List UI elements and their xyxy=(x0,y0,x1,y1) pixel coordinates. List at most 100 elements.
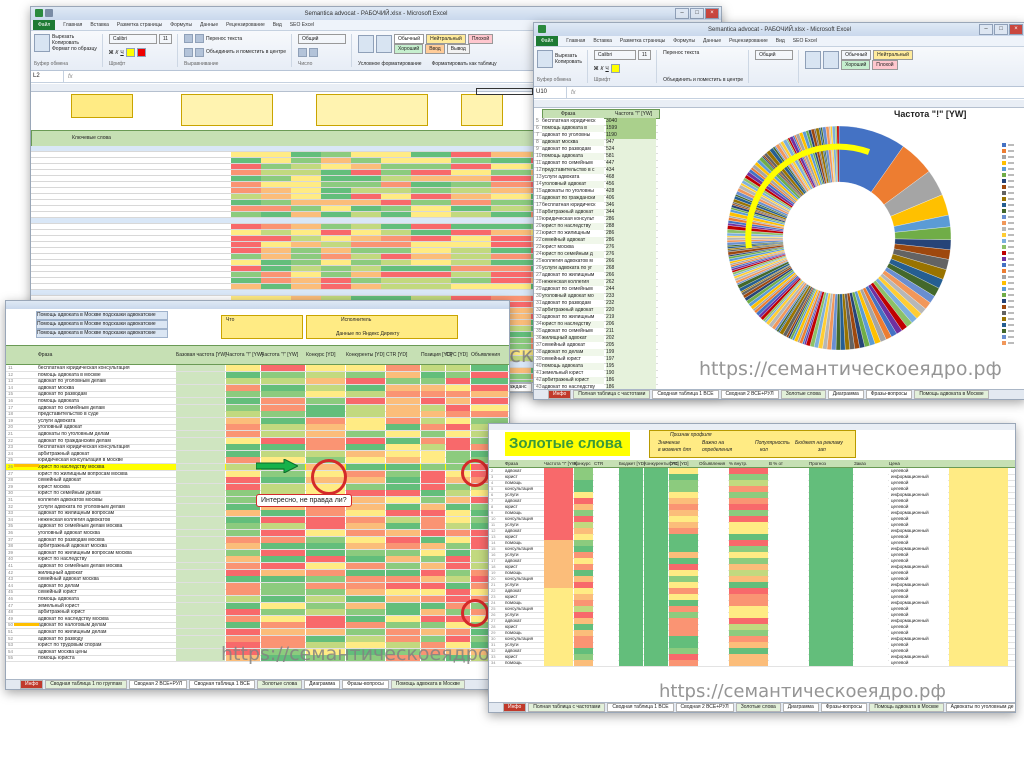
cell[interactable] xyxy=(176,635,225,642)
phrase-cell[interactable]: адвокат по жилищным делам xyxy=(38,629,174,635)
cell[interactable] xyxy=(491,260,532,265)
cell[interactable] xyxy=(451,212,492,217)
cell[interactable] xyxy=(226,609,260,616)
cell[interactable] xyxy=(306,563,345,569)
cell[interactable] xyxy=(411,242,452,247)
cell[interactable] xyxy=(421,615,445,622)
cell[interactable] xyxy=(411,230,452,235)
phrase-cell[interactable]: жилищный адвокат xyxy=(38,570,174,576)
cell[interactable] xyxy=(181,158,232,163)
minimize-button[interactable]: – xyxy=(675,8,689,19)
cell[interactable] xyxy=(421,576,445,583)
align-left-icon[interactable] xyxy=(184,47,194,57)
cell[interactable] xyxy=(386,371,420,378)
cell[interactable] xyxy=(176,431,225,437)
cell[interactable] xyxy=(351,254,382,259)
font-size-select[interactable]: 11 xyxy=(637,50,652,60)
cell[interactable] xyxy=(306,450,345,457)
frequency-cell[interactable]: 434 xyxy=(606,167,656,174)
cell[interactable] xyxy=(261,254,292,259)
frequency-cell[interactable]: 244 xyxy=(606,286,656,293)
cell[interactable] xyxy=(346,582,385,589)
cell[interactable] xyxy=(226,391,260,398)
phrase-cell[interactable]: бесплатная юридическ xyxy=(542,202,604,209)
frequency-cell[interactable]: 947 xyxy=(606,139,656,146)
ribbon-tab[interactable]: Главная xyxy=(63,22,82,28)
sheet-tab[interactable]: Сводная 2 ВСЕ+РУЛ xyxy=(128,680,187,689)
cell[interactable] xyxy=(261,384,305,391)
cell[interactable] xyxy=(176,642,225,649)
cell[interactable] xyxy=(386,622,420,629)
cell[interactable] xyxy=(451,266,492,271)
cell[interactable] xyxy=(446,576,470,583)
cell[interactable] xyxy=(226,470,260,477)
cell[interactable] xyxy=(491,158,532,163)
cell[interactable] xyxy=(291,230,322,235)
cell[interactable] xyxy=(306,642,345,649)
spreadsheet-grid[interactable]: Помощь адвоката в Москве подсказки адвок… xyxy=(6,309,509,680)
cell[interactable] xyxy=(176,457,225,464)
frequency-cell[interactable]: 286 xyxy=(606,230,656,237)
cell[interactable] xyxy=(176,530,225,536)
cell[interactable] xyxy=(131,230,182,235)
cell[interactable] xyxy=(451,158,492,163)
cell[interactable] xyxy=(231,152,262,157)
cell[interactable] xyxy=(261,589,305,596)
ribbon-tab[interactable]: Вставка xyxy=(90,22,109,28)
cell[interactable] xyxy=(386,549,420,556)
phrase-cell[interactable]: услуги адвоката по уголовным делам xyxy=(38,504,174,510)
cell[interactable] xyxy=(321,230,352,235)
cell[interactable] xyxy=(261,622,305,629)
cell[interactable] xyxy=(421,602,445,609)
sheet-tab[interactable]: Помощь адвоката в Москве xyxy=(914,390,989,399)
cell[interactable] xyxy=(421,609,445,616)
wrap-text-button[interactable]: Перенос текста xyxy=(663,50,699,56)
cell[interactable] xyxy=(421,589,445,596)
cell[interactable] xyxy=(451,284,492,289)
cell[interactable] xyxy=(131,152,182,157)
cell[interactable] xyxy=(261,602,305,609)
cell[interactable] xyxy=(351,260,382,265)
cell[interactable] xyxy=(381,206,412,211)
merge-center-button[interactable]: Объединить и поместить в центре xyxy=(663,77,743,83)
cell[interactable] xyxy=(491,164,532,169)
cell[interactable] xyxy=(261,188,292,193)
cell[interactable] xyxy=(226,530,260,536)
cell[interactable] xyxy=(306,615,345,622)
cell[interactable] xyxy=(176,477,225,484)
cell[interactable] xyxy=(306,629,345,635)
ribbon-tab[interactable]: Формулы xyxy=(170,22,192,28)
cell[interactable] xyxy=(411,212,452,217)
cell[interactable] xyxy=(381,182,412,187)
cell[interactable] xyxy=(226,536,260,543)
table-row[interactable]: 34 помощь целевой xyxy=(489,660,1015,667)
cell[interactable] xyxy=(261,635,305,642)
excel-window-left[interactable]: Помощь адвоката в Москве подсказки адвок… xyxy=(5,300,510,690)
cell[interactable] xyxy=(291,176,322,181)
sheet-tab[interactable]: Помощь адвоката в Москве xyxy=(869,703,944,712)
cell[interactable] xyxy=(386,503,420,510)
phrase-cell[interactable]: адвокат по семейным делам москва xyxy=(38,563,174,569)
cell[interactable] xyxy=(346,391,385,398)
cell[interactable] xyxy=(131,236,182,241)
formula-bar[interactable]: U10 fx xyxy=(534,87,1024,99)
cell[interactable] xyxy=(346,596,385,602)
cell[interactable] xyxy=(176,576,225,583)
cell[interactable] xyxy=(386,384,420,391)
cell[interactable] xyxy=(261,536,305,543)
cell[interactable] xyxy=(381,176,412,181)
cell[interactable] xyxy=(386,477,420,484)
minimize-button[interactable]: – xyxy=(979,24,993,35)
cell[interactable] xyxy=(421,483,445,490)
format-table-icon[interactable] xyxy=(823,51,840,69)
cell[interactable] xyxy=(386,470,420,477)
cell[interactable] xyxy=(261,530,305,536)
phrase-cell[interactable]: адвокат по гражданским делам xyxy=(38,438,174,444)
phrase-cell[interactable]: земельный юрист xyxy=(38,603,174,609)
cell[interactable] xyxy=(411,170,452,175)
cell[interactable] xyxy=(594,660,618,666)
ribbon-tab[interactable]: Файл xyxy=(536,36,559,46)
cell[interactable] xyxy=(181,284,232,289)
phrase-cell[interactable]: адвокат по семейным xyxy=(542,160,604,167)
cell[interactable] xyxy=(446,556,470,563)
